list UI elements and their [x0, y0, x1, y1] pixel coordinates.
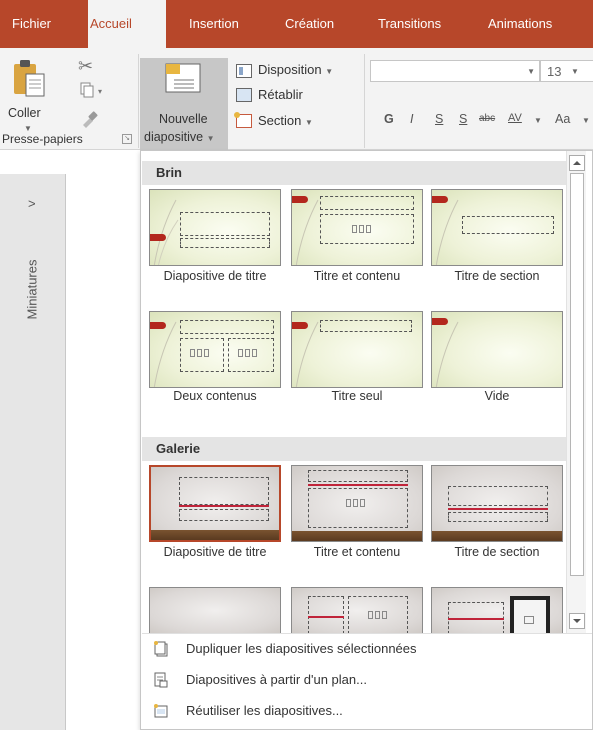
strikethrough-button[interactable]: abc [479, 113, 495, 124]
underline-button[interactable]: S [435, 112, 443, 126]
layout-thumb[interactable] [291, 587, 423, 633]
layout-thumb[interactable] [149, 587, 281, 633]
new-slide-label-2: diapositive ▼ [144, 130, 215, 144]
shadow-button[interactable]: S [459, 112, 467, 126]
tab-fichier[interactable]: Fichier [12, 0, 51, 48]
tab-creation[interactable]: Création [285, 0, 334, 48]
font-name-box[interactable]: ▼ [370, 60, 540, 82]
thumbnails-label[interactable]: Miniatures [25, 250, 40, 330]
new-slide-button[interactable]: Nouvelle diapositive ▼ [140, 58, 228, 150]
group-separator [138, 54, 139, 148]
reuse-slides-icon [154, 704, 168, 718]
layout-thumb[interactable] [431, 465, 563, 542]
layout-caption: Vide [484, 389, 510, 403]
new-slide-icon [165, 63, 201, 93]
tab-animations[interactable]: Animations [488, 0, 552, 48]
outline-slides-icon [154, 672, 168, 688]
section-header-galerie: Galerie [142, 437, 566, 461]
layout-thumb[interactable] [431, 189, 563, 266]
layout-caption: Titre seul [331, 389, 383, 403]
menu-label: Diapositives à partir d'un plan... [186, 672, 367, 687]
reset-icon [236, 88, 252, 102]
layout-caption: Diapositive de titre [163, 269, 267, 283]
layout-thumb[interactable] [291, 311, 423, 388]
char-spacing-button[interactable]: AV [508, 112, 522, 124]
paste-icon [14, 60, 45, 97]
powerpoint-window: Fichier Accueil Insertion Création Trans… [0, 0, 593, 730]
layout-caption: Deux contenus [173, 389, 257, 403]
menu-label: Dupliquer les diapositives sélectionnées [186, 641, 417, 656]
tab-insertion[interactable]: Insertion [189, 0, 239, 48]
new-slide-label-1: Nouvelle [159, 112, 208, 126]
bold-button[interactable]: G [384, 112, 394, 126]
menu-duplicate-slides[interactable]: Dupliquer les diapositives sélectionnées [142, 634, 592, 664]
layout-caption: Diapositive de titre [163, 545, 267, 559]
change-case-caret[interactable]: ▼ [582, 116, 590, 125]
layout-caption: Titre de section [454, 269, 540, 283]
new-slide-gallery: Brin Diapositive de titre Titre et conte… [140, 150, 593, 730]
scroll-thumb[interactable] [570, 173, 584, 576]
ribbon-tab-bar: Fichier Accueil Insertion Création Trans… [0, 0, 593, 48]
layout-icon [236, 64, 252, 78]
paste-label: Coller [8, 106, 41, 120]
layout-thumb[interactable] [291, 189, 423, 266]
tab-transitions[interactable]: Transitions [378, 0, 441, 48]
layout-thumb[interactable] [149, 189, 281, 266]
section-button[interactable]: Section ▼ [258, 113, 313, 128]
thumbnails-pane: > Miniatures [0, 174, 66, 730]
ribbon: Coller ▼ ✂ ▾ Presse-papiers ↘ Nouvelle d… [0, 48, 593, 150]
section-icon [234, 112, 252, 128]
group-separator [364, 54, 365, 148]
svg-text:▾: ▾ [98, 87, 102, 96]
copy-icon[interactable]: ▾ [80, 82, 102, 98]
scroll-up-button[interactable] [569, 155, 585, 171]
font-size-box[interactable]: 13 ▼ [540, 60, 593, 82]
tab-accueil[interactable]: Accueil [88, 0, 166, 48]
change-case-button[interactable]: Aa [555, 112, 570, 126]
menu-reuse-slides[interactable]: Réutiliser les diapositives... [142, 696, 592, 726]
layout-thumb[interactable] [431, 587, 563, 633]
scroll-down-button[interactable] [569, 613, 585, 629]
left-pane: > Miniatures [0, 150, 140, 730]
clipboard-launcher-icon[interactable]: ↘ [122, 134, 132, 144]
layout-thumb[interactable] [291, 465, 423, 542]
layout-thumb[interactable] [431, 311, 563, 388]
format-painter-icon[interactable] [80, 110, 98, 131]
layout-caption: Titre et contenu [313, 545, 401, 559]
char-spacing-caret[interactable]: ▼ [534, 116, 542, 125]
layout-button[interactable]: Disposition ▼ [258, 62, 333, 77]
expand-thumbnails-icon[interactable]: > [28, 196, 36, 211]
gallery-menu: Dupliquer les diapositives sélectionnées… [142, 633, 592, 729]
italic-button[interactable]: I [410, 112, 413, 126]
duplicate-slides-icon [154, 641, 168, 657]
layout-caption: Titre et contenu [313, 269, 401, 283]
reset-button[interactable]: Rétablir [258, 87, 303, 102]
menu-slides-from-outline[interactable]: Diapositives à partir d'un plan... [142, 665, 592, 695]
section-header-brin: Brin [142, 161, 566, 185]
layout-thumb[interactable] [149, 311, 281, 388]
cut-icon[interactable]: ✂ [78, 56, 93, 77]
layout-thumb[interactable] [149, 465, 281, 542]
menu-label: Réutiliser les diapositives... [186, 703, 343, 718]
gallery-scrollbar[interactable] [566, 151, 586, 633]
clipboard-group-label: Presse-papiers [2, 132, 83, 146]
layout-caption: Titre de section [454, 545, 540, 559]
